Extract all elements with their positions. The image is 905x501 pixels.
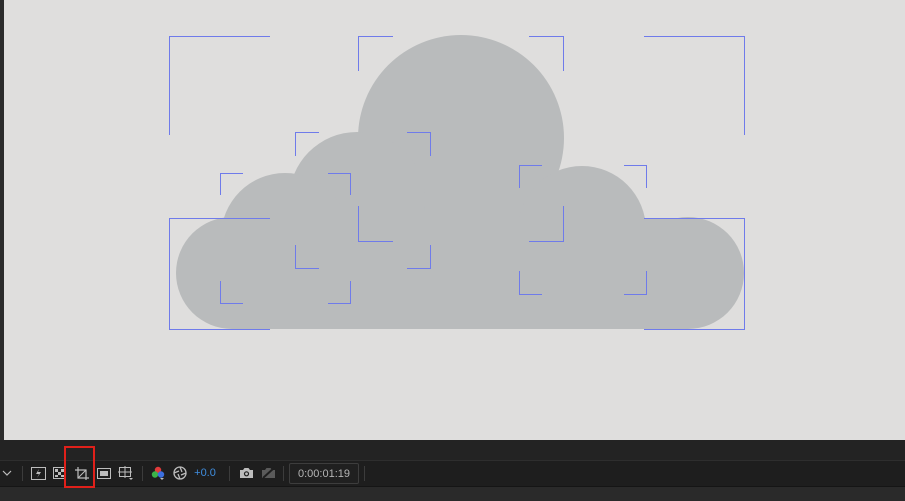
exposure-value[interactable]: +0.0 [192,461,218,485]
region-of-interest-icon[interactable] [72,461,92,485]
toolbar-separator [229,466,230,481]
transparency-grid-icon[interactable] [50,461,68,485]
cloud-artwork [169,35,745,330]
snapshot-camera-icon[interactable] [236,461,256,485]
toolbar-separator [22,466,23,481]
toolbar-separator [142,466,143,481]
current-time-display[interactable]: 0:00:01:19 [289,463,359,484]
bottom-panel-strip [0,486,905,501]
toggle-mask-visibility-icon[interactable] [95,461,113,485]
channel-rgb-icon[interactable] [148,461,168,485]
toolbar-separator [364,466,365,481]
fast-previews-icon[interactable] [28,461,48,485]
cloud-shape [176,35,744,329]
viewer-divider [0,440,905,460]
toolbar-separator [283,466,284,481]
choose-grid-guide-icon[interactable] [116,461,136,485]
reset-exposure-icon[interactable] [170,461,190,485]
viewer-toolbar: +0.0 0:00:01:19 [0,460,905,487]
composition-viewer[interactable] [4,0,905,440]
chevron-down-icon[interactable] [0,461,14,485]
show-snapshot-icon[interactable] [258,461,278,485]
